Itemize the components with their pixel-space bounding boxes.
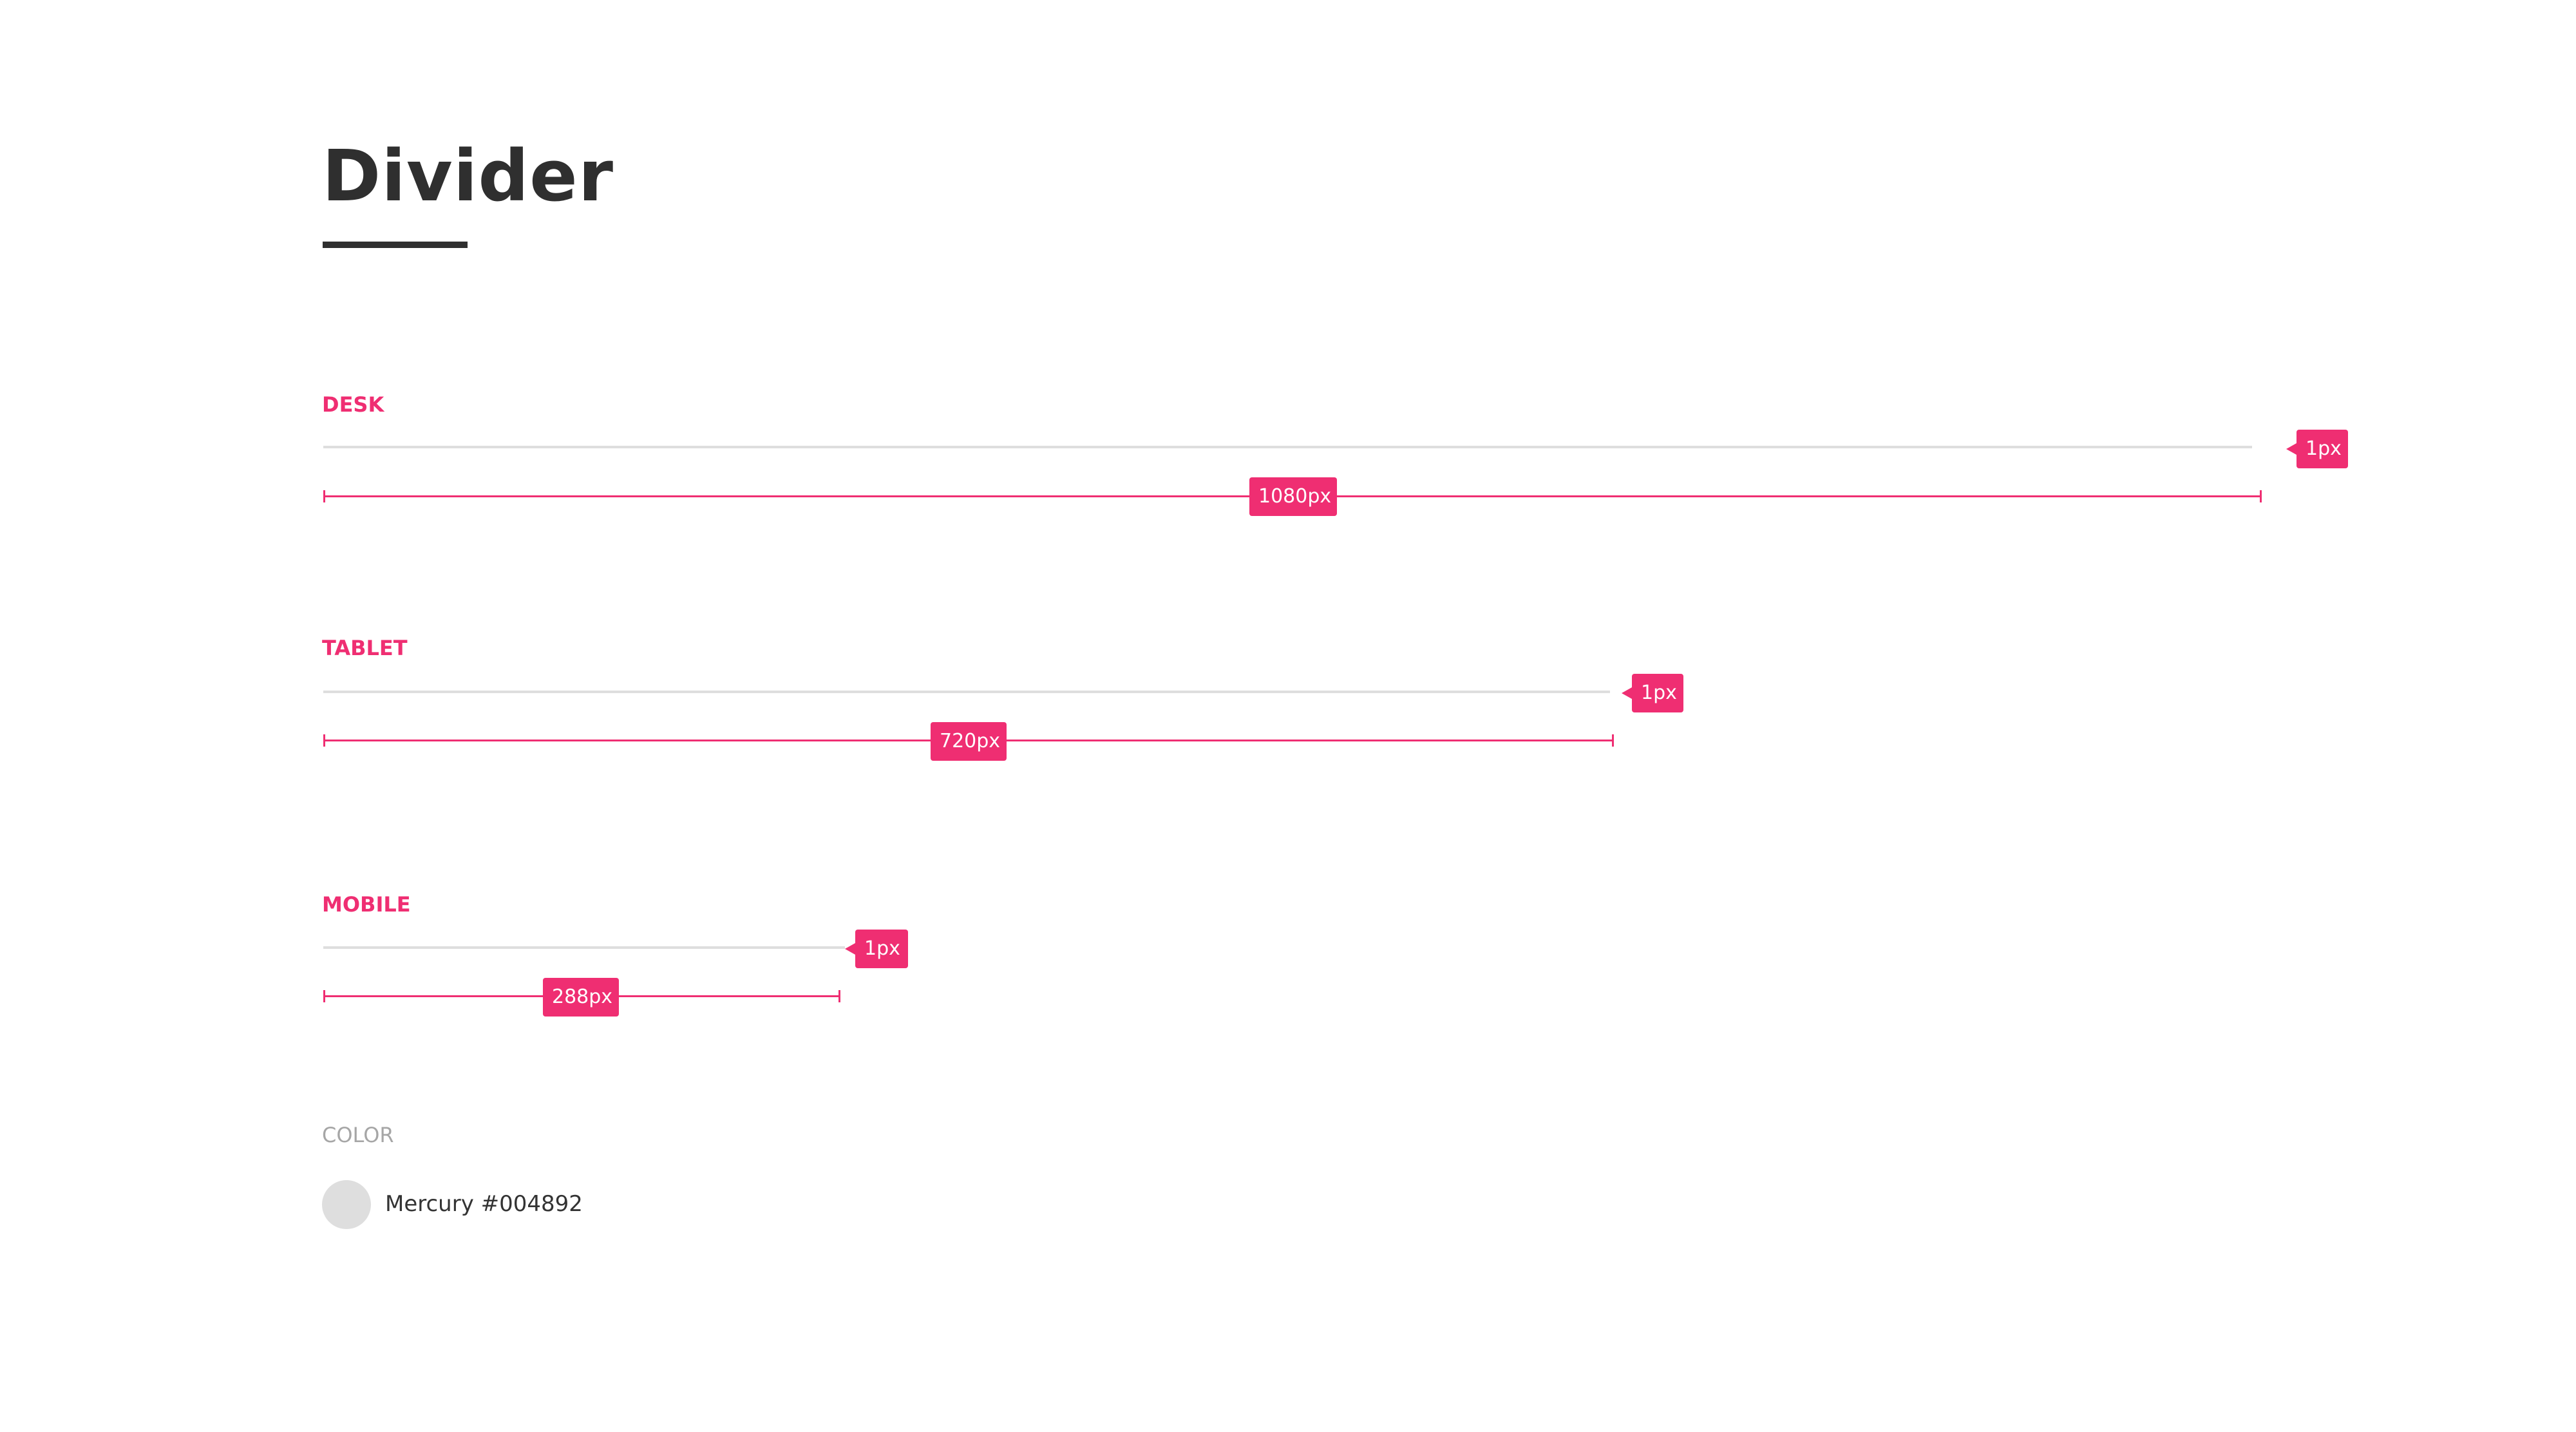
- measure-cap-right: [1612, 734, 1614, 747]
- measure-cap-left: [323, 990, 325, 1002]
- measure-cap-right: [2260, 490, 2262, 502]
- section-label-tablet: TABLET: [322, 636, 408, 660]
- color-swatch: [322, 1180, 371, 1229]
- width-tag-desk: 1080px: [1249, 477, 1337, 516]
- color-section-label: COLOR: [322, 1123, 394, 1147]
- thickness-tag-desk: 1px: [2286, 430, 2348, 468]
- section-label-mobile: MOBILE: [322, 892, 411, 917]
- divider-sample-desk: [323, 446, 2252, 448]
- width-tag-tablet: 720px: [931, 722, 1007, 761]
- divider-sample-tablet: [323, 691, 1610, 693]
- page-title: Divider: [322, 135, 614, 217]
- divider-sample-mobile: [323, 946, 845, 949]
- thickness-tag-mobile: 1px: [845, 930, 908, 968]
- measure-cap-left: [323, 734, 325, 747]
- title-underline: [323, 242, 468, 248]
- measure-cap-left: [323, 490, 325, 502]
- color-swatch-label: Mercury #004892: [385, 1191, 583, 1217]
- thickness-tag-tablet: 1px: [1622, 674, 1683, 712]
- section-label-desk: DESK: [322, 392, 384, 417]
- width-tag-mobile: 288px: [543, 978, 619, 1017]
- measure-cap-right: [838, 990, 840, 1002]
